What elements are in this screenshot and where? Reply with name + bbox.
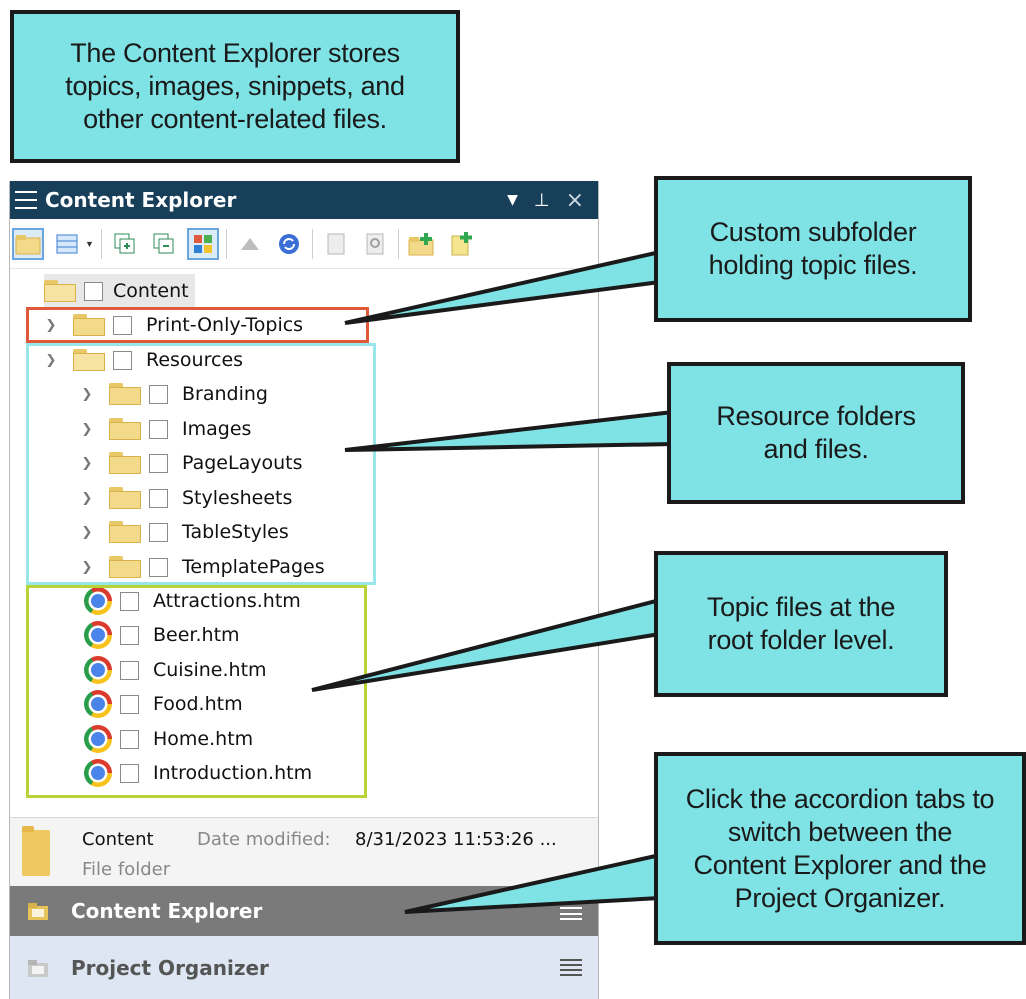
expand-all-button[interactable] <box>109 228 141 260</box>
resources-highlight <box>26 343 376 585</box>
view-layout-button[interactable] <box>51 228 83 260</box>
checkbox[interactable] <box>84 281 103 301</box>
custom-subfolder-callout: Custom subfolder holding topic files. <box>654 176 972 322</box>
open-folder-icon <box>44 280 78 302</box>
collapse-all-button[interactable] <box>148 228 180 260</box>
properties-name: Content <box>82 829 154 850</box>
arrow-icon <box>240 237 259 250</box>
accordion-tab-content-explorer[interactable]: Content Explorer <box>10 886 598 936</box>
hamburger-menu-icon[interactable] <box>15 191 37 209</box>
collapse-icon <box>153 233 174 253</box>
close-icon[interactable]: × <box>566 188 584 213</box>
tree-label: Content <box>113 280 189 302</box>
panel-title: Content Explorer <box>45 188 237 212</box>
topic-files-highlight <box>26 585 367 798</box>
resource-folders-callout: Resource folders and files. <box>667 362 965 504</box>
project-organizer-icon <box>27 958 49 978</box>
add-file-button[interactable] <box>445 228 477 260</box>
open-folder-button[interactable] <box>12 227 44 260</box>
content-tree: Content ❯ Print-Only-Topics ❯ Resources … <box>10 269 598 837</box>
grid-view-icon <box>56 234 78 253</box>
dropdown-arrow-icon[interactable]: ▼ <box>507 192 518 208</box>
new-topic-button[interactable] <box>320 228 352 260</box>
topic-files-callout: Topic files at the root folder level. <box>654 551 948 697</box>
toolbar-separator <box>397 228 399 259</box>
accordion-tab-project-organizer[interactable]: Project Organizer <box>10 936 598 999</box>
expand-icon <box>114 233 135 253</box>
toolbar-separator <box>225 228 227 259</box>
accordion-label: Content Explorer <box>71 899 263 923</box>
new-folder-icon <box>408 232 434 255</box>
pin-icon[interactable]: ⊥ <box>534 190 550 211</box>
properties-date-label: Date modified: <box>197 829 331 850</box>
folder-icon <box>15 234 41 254</box>
content-explorer-icon <box>27 901 49 921</box>
view-dropdown-icon[interactable]: ▼ <box>85 239 94 249</box>
accordion-menu-icon[interactable] <box>560 958 582 977</box>
search-document-icon <box>366 233 384 254</box>
content-explorer-panel: Content Explorer ▼ ⊥ × ▼ Content ❯ Print… <box>9 181 599 999</box>
accordion-menu-icon[interactable] <box>560 902 582 920</box>
show-files-button[interactable] <box>186 227 219 260</box>
check-out-button[interactable] <box>234 228 266 260</box>
accordion-label: Project Organizer <box>71 955 269 980</box>
intro-callout: The Content Explorer stores topics, imag… <box>10 10 460 163</box>
preview-button[interactable] <box>359 228 391 260</box>
tree-root-content[interactable]: Content <box>44 274 195 308</box>
properties-date-value: 8/31/2023 11:53:26 ... <box>355 829 557 850</box>
new-folder-button[interactable] <box>406 228 438 260</box>
properties-bar: Content Date modified: 8/31/2023 11:53:2… <box>10 817 598 886</box>
document-icon <box>327 233 345 254</box>
accordion-tabs-callout: Click the accordion tabs to switch betwe… <box>654 752 1026 945</box>
tiles-icon <box>193 234 212 253</box>
properties-type: File folder <box>82 859 171 880</box>
panel-titlebar: Content Explorer ▼ ⊥ × <box>10 181 598 219</box>
refresh-button[interactable] <box>273 228 305 260</box>
folder-icon <box>22 826 50 876</box>
panel-toolbar: ▼ <box>10 219 598 269</box>
add-file-icon <box>451 231 472 255</box>
toolbar-separator <box>100 228 102 259</box>
custom-subfolder-highlight <box>26 307 369 343</box>
refresh-icon <box>278 233 299 254</box>
toolbar-separator <box>311 228 313 259</box>
